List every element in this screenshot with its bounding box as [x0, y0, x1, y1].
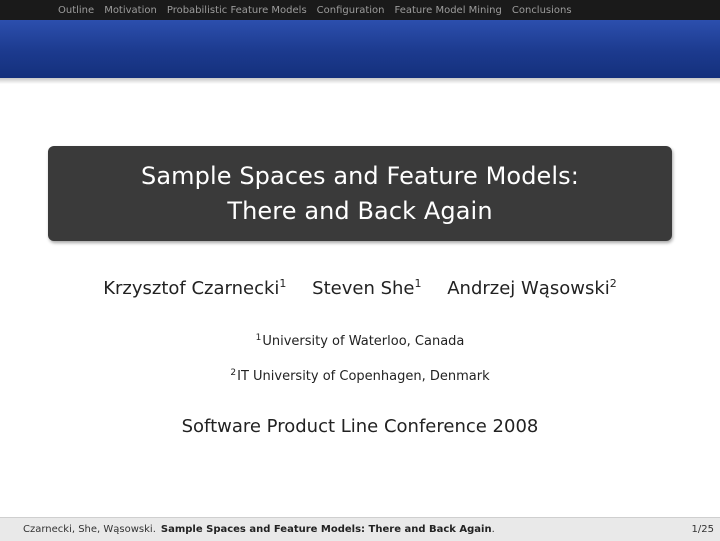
author-name: Steven She [312, 278, 415, 299]
affiliation-itu: 2IT University of Copenhagen, Denmark [0, 368, 720, 385]
title-box: Sample Spaces and Feature Models: There … [48, 146, 672, 241]
nav-item-probabilistic-feature-models[interactable]: Probabilistic Feature Models [167, 5, 307, 16]
header-band [0, 20, 720, 78]
conference-name: Software Product Line Conference 2008 [181, 416, 539, 437]
page-number: 1/25 [691, 524, 714, 535]
footer-authors: Czarnecki, She, Wąsowski. [23, 524, 156, 535]
author-affiliation-mark: 2 [609, 277, 617, 290]
affiliation-text: IT University of Copenhagen, Denmark [237, 369, 490, 384]
author-czarnecki: Krzysztof Czarnecki1 [103, 278, 286, 299]
nav-item-motivation[interactable]: Motivation [104, 5, 157, 16]
author-affiliation-mark: 1 [279, 277, 287, 290]
affiliation-mark: 2 [230, 368, 237, 378]
author-she: Steven She1 [312, 278, 421, 299]
affiliation-waterloo: 1University of Waterloo, Canada [0, 333, 720, 350]
header-band-shadow [0, 78, 720, 84]
affiliation-text: University of Waterloo, Canada [262, 334, 465, 349]
affiliation-mark: 1 [255, 333, 262, 343]
title-line-2: There and Back Again [227, 196, 493, 225]
nav-item-feature-model-mining[interactable]: Feature Model Mining [394, 5, 501, 16]
title-line-1: Sample Spaces and Feature Models: [141, 161, 579, 190]
top-navigation-bar: Outline Motivation Probabilistic Feature… [0, 0, 720, 20]
nav-item-outline[interactable]: Outline [58, 5, 94, 16]
author-list: Krzysztof Czarnecki1 Steven She1 Andrzej… [0, 278, 720, 299]
author-affiliation-mark: 1 [414, 277, 422, 290]
author-wasowski: Andrzej Wąsowski2 [447, 278, 617, 299]
footer-title-period: . [491, 524, 495, 535]
footer-bar: Czarnecki, She, Wąsowski. Sample Spaces … [0, 517, 720, 541]
author-name: Krzysztof Czarnecki [103, 278, 280, 299]
footer-title: Sample Spaces and Feature Models: There … [160, 524, 492, 535]
nav-item-conclusions[interactable]: Conclusions [512, 5, 572, 16]
author-name: Andrzej Wąsowski [447, 278, 610, 299]
nav-item-configuration[interactable]: Configuration [317, 5, 385, 16]
